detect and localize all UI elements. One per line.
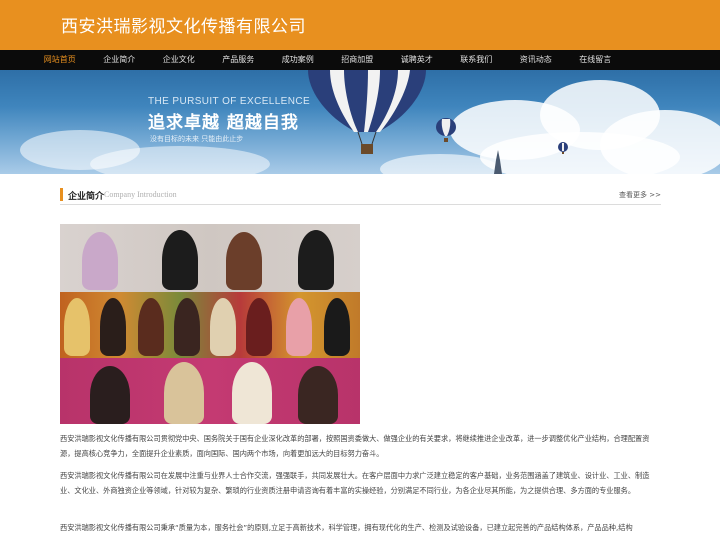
- cloud-icon: [480, 132, 680, 174]
- person: [82, 232, 118, 290]
- main-nav: 网站首页 企业简介 企业文化 产品服务 成功案例 招商加盟 诚聘英才 联系我们 资讯动态 在线留言: [0, 50, 720, 70]
- person: [232, 362, 272, 424]
- person: [164, 362, 204, 424]
- tower-icon: [494, 150, 502, 174]
- banner-slogan-sub: 没有目标的未来 只能由此止步: [150, 135, 244, 143]
- intro-image: [60, 224, 360, 424]
- person: [162, 230, 198, 290]
- intro-paragraph: 西安洪瑞影视文化传播有限公司贯彻党中央、国务院关于国有企业深化改革的部署，按照国…: [60, 434, 650, 458]
- more-link[interactable]: 查看更多 >>: [619, 190, 661, 200]
- person: [246, 298, 272, 356]
- site-title[interactable]: 西安洪瑞影视文化传播有限公司: [61, 12, 306, 37]
- nav-item-6[interactable]: 诚聘英才: [387, 50, 447, 70]
- nav-item-4[interactable]: 成功案例: [268, 50, 328, 70]
- hot-air-balloon-icon: [308, 70, 426, 154]
- hot-air-balloon-icon: [436, 118, 456, 142]
- person: [90, 366, 130, 424]
- person: [298, 230, 334, 290]
- person: [298, 366, 338, 424]
- nav-item-2[interactable]: 企业文化: [149, 50, 209, 70]
- banner-slogan-cn: 追求卓越 超越自我: [148, 113, 299, 133]
- section-marker: [60, 188, 63, 201]
- company-intro-section: 企业简介 Company Introduction 查看更多 >> 西安洪瑞影视…: [60, 186, 661, 532]
- nav-item-7[interactable]: 联系我们: [447, 50, 507, 70]
- person: [226, 232, 262, 290]
- nav-item-9[interactable]: 在线留言: [566, 50, 626, 70]
- cloud-icon: [90, 146, 270, 174]
- nav-item-8[interactable]: 资讯动态: [506, 50, 566, 70]
- section-title: 企业简介: [68, 192, 105, 202]
- intro-paragraph: 西安洪瑞影视文化传播有限公司在发展中注重与业界人士合作交流，强强联手，共同发展壮…: [60, 471, 650, 495]
- person: [138, 298, 164, 356]
- nav-item-5[interactable]: 招商加盟: [328, 50, 388, 70]
- nav-item-0[interactable]: 网站首页: [30, 50, 90, 70]
- hero-banner: THE PURSUIT OF EXCELLENCE 追求卓越 超越自我 没有目标…: [0, 70, 720, 174]
- hot-air-balloon-icon: [558, 142, 568, 154]
- person: [174, 298, 200, 356]
- nav-item-3[interactable]: 产品服务: [209, 50, 269, 70]
- section-header: 企业简介 Company Introduction 查看更多 >>: [60, 186, 661, 205]
- section-subtitle: Company Introduction: [104, 190, 177, 199]
- person: [100, 298, 126, 356]
- site-header: 西安洪瑞影视文化传播有限公司: [0, 0, 720, 50]
- nav-item-1[interactable]: 企业简介: [90, 50, 150, 70]
- intro-paragraph: 西安洪瑞影视文化传播有限公司秉承“质量为本，服务社会”的原则,立足于高新技术，科…: [60, 523, 633, 532]
- person: [286, 298, 312, 356]
- person: [210, 298, 236, 356]
- person: [324, 298, 350, 356]
- person: [64, 298, 90, 356]
- banner-slogan-en: THE PURSUIT OF EXCELLENCE: [148, 96, 311, 107]
